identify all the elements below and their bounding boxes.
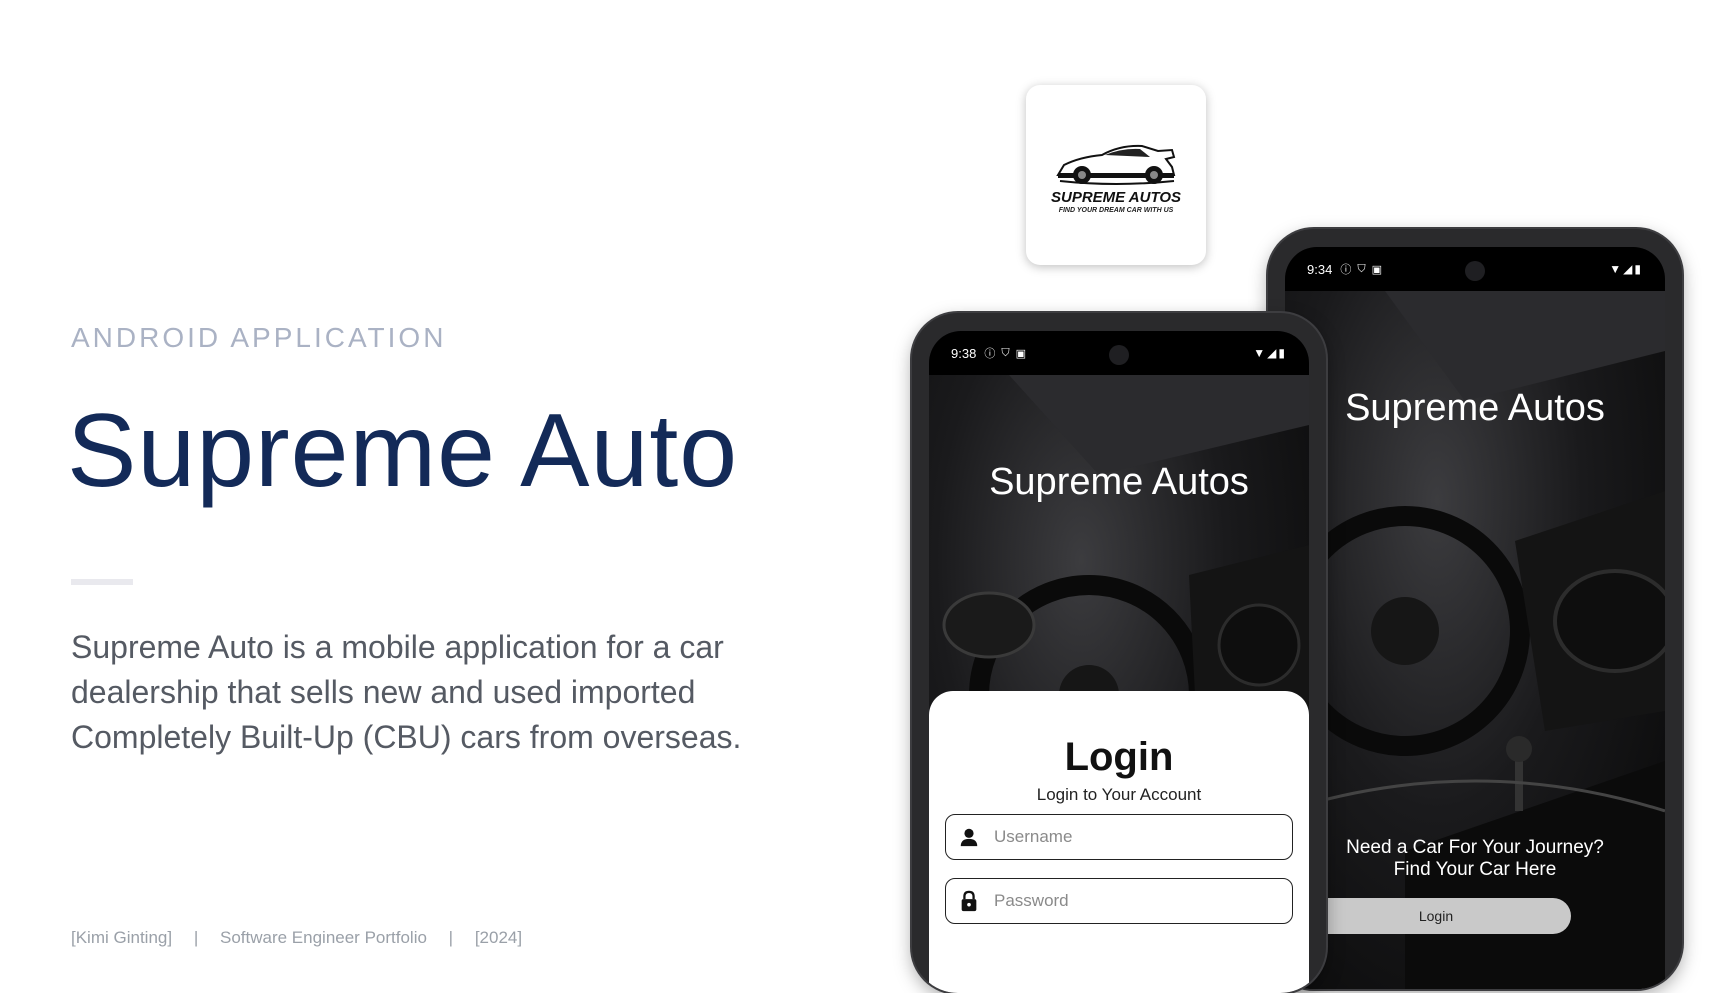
- signal-icon: ◢: [1267, 346, 1279, 360]
- splash-screen: 9:34 ⓘ ⛉ ▣ ▼◢▮ Supreme Autos Need a Car …: [1285, 247, 1665, 989]
- login-card: Login Login to Your Account: [929, 691, 1309, 993]
- person-icon: [960, 828, 978, 847]
- kicker-label: ANDROID APPLICATION: [71, 322, 447, 353]
- footer-separator: |: [193, 928, 199, 947]
- status-icons: ▼◢▮: [1609, 262, 1643, 276]
- battery-icon: ▮: [1634, 262, 1643, 276]
- car-logo: [1056, 144, 1176, 185]
- info-icon: ⓘ: [1340, 264, 1352, 276]
- status-time: 9:34: [1307, 261, 1333, 277]
- login-subtitle: Login to Your Account: [1036, 785, 1202, 804]
- brand-name: SUPREME AUTOS: [1050, 188, 1182, 206]
- wifi-icon: ▼: [1253, 346, 1268, 360]
- description: Supreme Auto is a mobile application for…: [71, 629, 742, 755]
- footer-author: [Kimi Ginting]: [71, 928, 173, 947]
- info-icon: ⓘ: [984, 348, 996, 360]
- battery-icon: ▮: [1278, 346, 1287, 360]
- footer-separator: |: [448, 928, 454, 947]
- camera-cutout: [1465, 261, 1485, 281]
- footer-year: [2024]: [474, 928, 523, 947]
- app-title: Supreme Autos: [1345, 387, 1605, 429]
- notification-icon: ▣: [1371, 263, 1382, 276]
- status-time: 9:38: [951, 345, 977, 361]
- tagline-line-1: Need a Car For Your Journey?: [1346, 837, 1604, 858]
- camera-cutout: [1109, 345, 1129, 365]
- footer-portfolio: Software Engineer Portfolio: [219, 928, 427, 947]
- login-heading: Login: [1064, 735, 1174, 779]
- app-title: Supreme Autos: [989, 461, 1249, 503]
- shield-icon: ⛉: [1357, 262, 1366, 275]
- tagline-line-2: Find Your Car Here: [1393, 859, 1557, 880]
- status-icons: ▼◢▮: [1253, 346, 1287, 360]
- login-button[interactable]: Login: [1301, 898, 1571, 934]
- notification-icon: ▣: [1015, 347, 1026, 360]
- password-field[interactable]: [945, 878, 1293, 924]
- shield-icon: ⛉: [1001, 346, 1010, 359]
- username-input[interactable]: [992, 826, 1292, 848]
- splash-phone: 9:34 ⓘ ⛉ ▣ ▼◢▮ Supreme Autos Need a Car …: [1268, 229, 1682, 989]
- signal-icon: ◢: [1623, 262, 1635, 276]
- lock-icon: [961, 890, 977, 912]
- splash-tagline: Need a Car For Your Journey? Find Your C…: [1285, 837, 1665, 881]
- login-screen: 9:38 ⓘ ⛉ ▣ ▼◢▮ Supreme Autos Login Login…: [929, 331, 1309, 993]
- app-icon-card: SUPREME AUTOS FIND YOUR DREAM CAR WITH U…: [1026, 85, 1206, 265]
- footer: [Kimi Ginting] | Software Engineer Portf…: [71, 928, 522, 948]
- divider: [71, 579, 133, 585]
- login-phone: 9:38 ⓘ ⛉ ▣ ▼◢▮ Supreme Autos Login Login…: [912, 313, 1326, 993]
- password-input[interactable]: [992, 890, 1292, 912]
- brand-tagline: FIND YOUR DREAM CAR WITH US: [1058, 206, 1174, 214]
- username-field[interactable]: [945, 814, 1293, 860]
- page-title: Supreme Auto: [67, 393, 739, 509]
- wifi-icon: ▼: [1609, 262, 1624, 276]
